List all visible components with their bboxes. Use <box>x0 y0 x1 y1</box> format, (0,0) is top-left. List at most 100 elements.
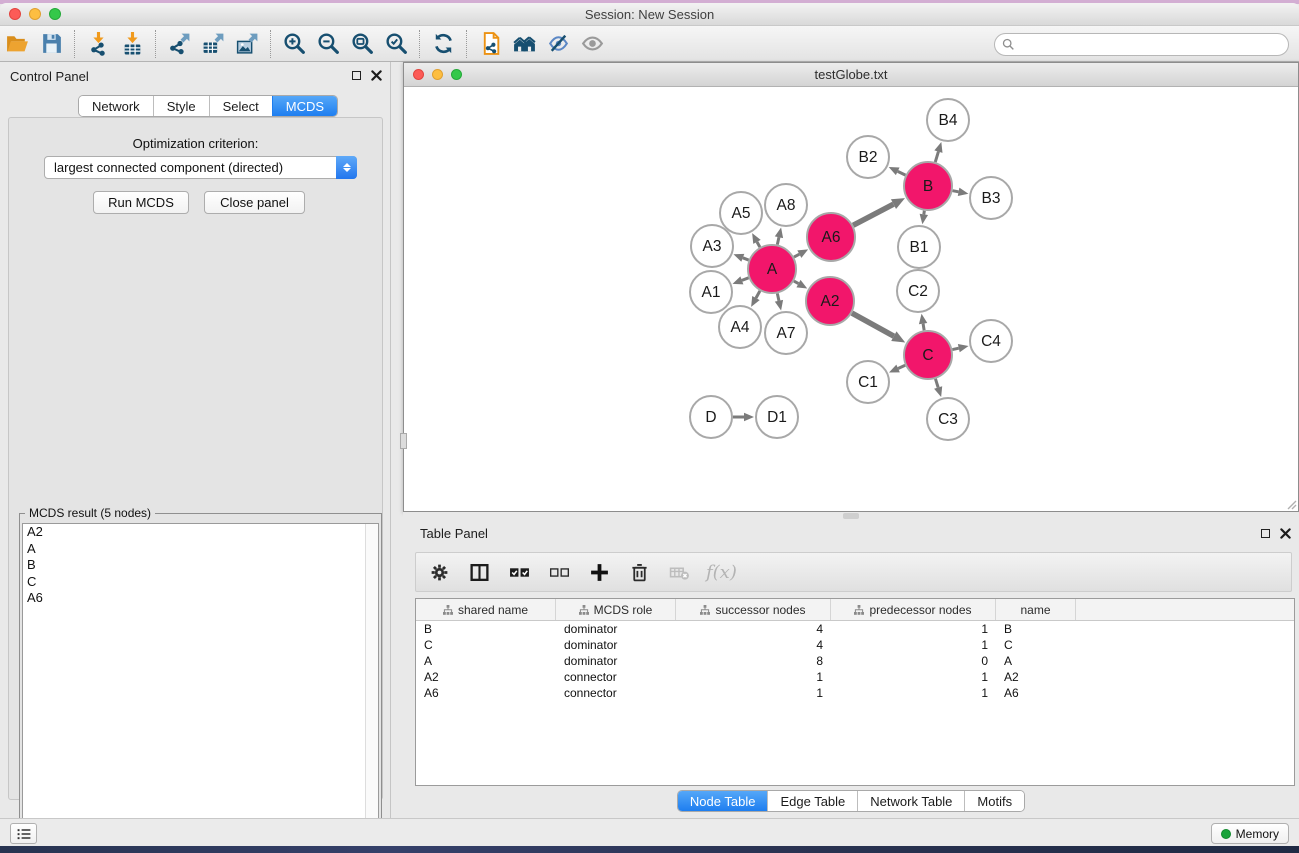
float-table-panel-icon[interactable] <box>1259 527 1271 539</box>
table-cell: 1 <box>831 638 996 652</box>
graph-edge-arrow <box>775 300 783 311</box>
close-table-panel-icon[interactable] <box>1279 527 1291 539</box>
refresh-icon[interactable] <box>426 29 460 59</box>
run-mcds-button[interactable]: Run MCDS <box>93 191 189 214</box>
column-header-mcds-role[interactable]: MCDS role <box>556 599 676 620</box>
tab-style[interactable]: Style <box>153 96 209 116</box>
result-scrollbar[interactable] <box>365 524 378 852</box>
column-header-predecessor-nodes[interactable]: predecessor nodes <box>831 599 996 620</box>
show-panel-eye-icon[interactable] <box>575 29 609 59</box>
graph-edge-A-A1[interactable] <box>742 278 749 281</box>
graph-edge-A-A7[interactable] <box>777 293 779 300</box>
zoom-selected-icon[interactable] <box>379 29 413 59</box>
splitter-grip[interactable] <box>843 513 859 519</box>
tab-node-table[interactable]: Node Table <box>678 791 768 811</box>
table-row[interactable]: A2connector11A2 <box>416 669 1294 685</box>
tab-select[interactable]: Select <box>209 96 272 116</box>
select-all-rows-icon[interactable] <box>506 559 532 585</box>
table-cell: 1 <box>676 686 831 700</box>
control-panel: Control Panel NetworkStyleSelectMCDS Opt… <box>0 62 391 818</box>
result-item[interactable]: A6 <box>23 590 378 607</box>
graph-edge-B-B1[interactable] <box>924 211 925 215</box>
left-splitter-handle[interactable] <box>400 433 407 449</box>
table-row[interactable]: Adominator80A <box>416 653 1294 669</box>
export-table-icon[interactable] <box>196 29 230 59</box>
hide-panels-icon[interactable] <box>541 29 575 59</box>
apply-function-icon[interactable]: f(x) <box>706 562 737 583</box>
result-item[interactable]: C <box>23 574 378 591</box>
optimization-criterion-label: Optimization criterion: <box>9 136 382 151</box>
float-panel-icon[interactable] <box>350 69 362 81</box>
horizontal-splitter[interactable] <box>403 512 1299 520</box>
network-window-titlebar[interactable]: testGlobe.txt <box>404 63 1298 87</box>
delete-column-icon[interactable] <box>626 559 652 585</box>
graph-edge-C-C1[interactable] <box>898 365 905 368</box>
close-panel-icon[interactable] <box>370 69 382 81</box>
result-item[interactable]: B <box>23 557 378 574</box>
export-image-icon[interactable] <box>230 29 264 59</box>
column-header-successor-nodes[interactable]: successor nodes <box>676 599 831 620</box>
memory-button[interactable]: Memory <box>1211 823 1289 844</box>
graph-edge-B-B3[interactable] <box>953 191 959 192</box>
zoom-out-icon[interactable] <box>311 29 345 59</box>
tab-network-table[interactable]: Network Table <box>857 791 964 811</box>
table-cell: A6 <box>996 686 1076 700</box>
graph-edge-A-A5[interactable] <box>757 242 760 247</box>
result-item[interactable]: A2 <box>23 524 378 541</box>
node-table: shared nameMCDS rolesuccessor nodesprede… <box>415 598 1295 786</box>
tab-mcds[interactable]: MCDS <box>272 96 337 116</box>
graph-edge-B-B2[interactable] <box>898 171 906 175</box>
graph-edge-A-A2[interactable] <box>794 281 799 284</box>
tab-edge-table[interactable]: Edge Table <box>767 791 857 811</box>
mcds-result-title: MCDS result (5 nodes) <box>25 506 155 520</box>
graph-edge-C-C2[interactable] <box>923 324 924 331</box>
column-type-icon <box>579 605 589 615</box>
table-cell: connector <box>556 670 676 684</box>
graph-edge-A-A8[interactable] <box>777 237 779 244</box>
column-header-name[interactable]: name <box>996 599 1076 620</box>
combo-stepper-icon <box>336 156 357 179</box>
graph-node-label: C2 <box>908 283 928 300</box>
network-canvas[interactable]: B4B2BB3A5A8A6B1A3AC2A1A2A4A7C4CC1C3DD1 <box>404 87 1298 511</box>
graph-edge-A-A4[interactable] <box>756 291 760 298</box>
result-item[interactable]: A <box>23 541 378 558</box>
graph-edge-A-A6[interactable] <box>794 254 799 257</box>
add-column-icon[interactable] <box>586 559 612 585</box>
graph-edge-A-A3[interactable] <box>743 258 749 260</box>
close-panel-button[interactable]: Close panel <box>204 191 305 214</box>
graph-edge-C-C4[interactable] <box>952 348 958 349</box>
network-window-title: testGlobe.txt <box>404 67 1298 82</box>
graph-edge-arrow <box>958 188 969 196</box>
table-toolbar: f(x) <box>415 552 1292 592</box>
export-network-icon[interactable] <box>162 29 196 59</box>
import-network-icon[interactable] <box>81 29 115 59</box>
table-row[interactable]: A6connector11A6 <box>416 685 1294 701</box>
window-resize-grip[interactable] <box>1285 498 1297 510</box>
optimization-criterion-select[interactable]: largest connected component (directed) <box>44 156 357 179</box>
table-cell: dominator <box>556 654 676 668</box>
delete-table-icon[interactable] <box>666 559 692 585</box>
tab-network[interactable]: Network <box>79 96 153 116</box>
search-input[interactable] <box>1015 34 1288 55</box>
graph-edge-C-C3[interactable] <box>935 379 938 388</box>
table-panel-header: Table Panel <box>403 520 1299 546</box>
graph-edge-A6-B[interactable] <box>853 204 893 225</box>
zoom-in-icon[interactable] <box>277 29 311 59</box>
zoom-fit-icon[interactable] <box>345 29 379 59</box>
control-panel-title: Control Panel <box>10 69 89 84</box>
settings-gear-icon[interactable] <box>426 559 452 585</box>
table-row[interactable]: Cdominator41C <box>416 637 1294 653</box>
deselect-all-rows-icon[interactable] <box>546 559 572 585</box>
table-row[interactable]: Bdominator41B <box>416 621 1294 637</box>
graph-edge-B-B4[interactable] <box>935 152 938 162</box>
task-history-button[interactable] <box>10 823 37 844</box>
open-session-icon[interactable] <box>0 29 34 59</box>
column-header-shared-name[interactable]: shared name <box>416 599 556 620</box>
save-session-icon[interactable] <box>34 29 68 59</box>
import-table-icon[interactable] <box>115 29 149 59</box>
toggle-columns-icon[interactable] <box>466 559 492 585</box>
graph-edge-A2-C[interactable] <box>852 313 894 336</box>
tab-motifs[interactable]: Motifs <box>964 791 1024 811</box>
show-all-networks-icon[interactable] <box>507 29 541 59</box>
new-network-from-file-icon[interactable] <box>473 29 507 59</box>
